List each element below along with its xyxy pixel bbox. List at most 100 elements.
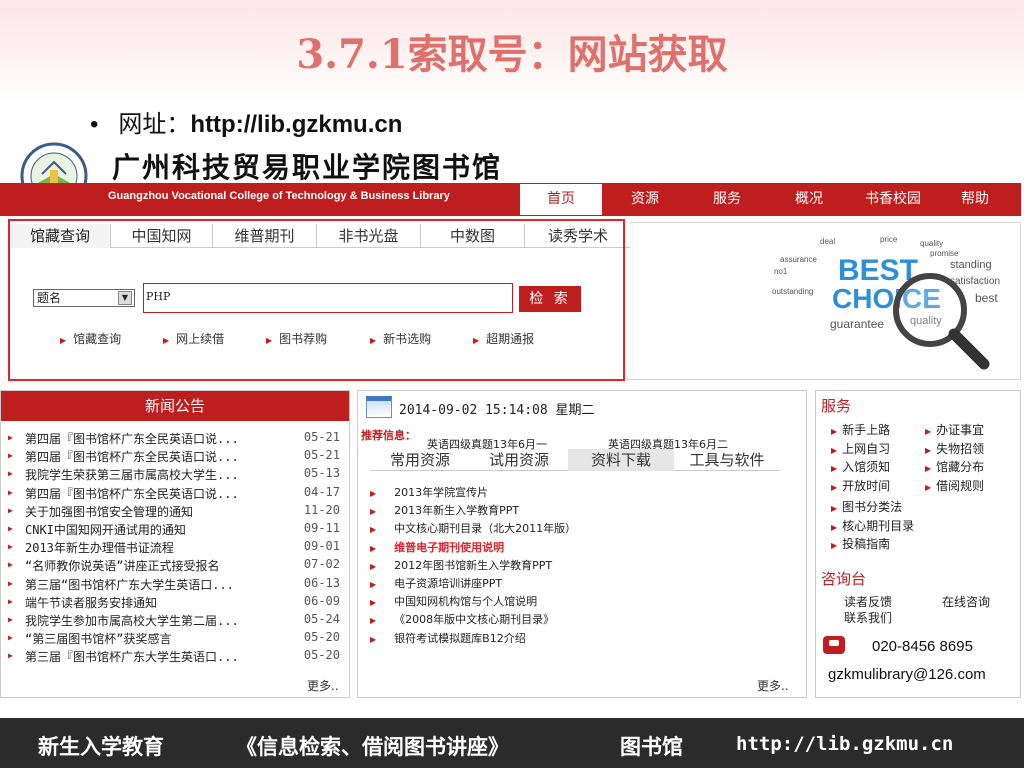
service-link[interactable]: ▶ 失物招领 — [925, 440, 984, 457]
news-item[interactable]: ▶ 我院学生荣获第三届市属高校大学生... 05-13 — [8, 466, 342, 484]
tab-trial-resources[interactable]: 试用资源 — [470, 449, 568, 471]
consult-header: 咨询台 — [821, 570, 867, 588]
service-link[interactable]: ▶ 馆藏分布 — [925, 458, 984, 475]
download-item[interactable]: ▶ 中文核心期刊目录（北大2011年版） — [370, 520, 576, 536]
news-item[interactable]: ▶ 第四届『图书馆杯广东全民英语口说... 05-21 — [8, 448, 342, 466]
download-item[interactable]: ▶ 中国知网机构馆与个人馆说明 — [370, 593, 537, 609]
news-date: 05-20 — [303, 648, 340, 663]
news-item[interactable]: ▶ “名师教你说英语”讲座正式接受报名 07-02 — [8, 557, 342, 575]
download-item[interactable]: ▶ 2012年图书馆新生入学教育PPT — [370, 557, 552, 573]
download-title: 银符考试模拟题库B12介绍 — [394, 631, 526, 645]
service-link[interactable]: ▶ 核心期刊目录 — [831, 517, 914, 534]
contact-link[interactable]: 联系我们 — [844, 609, 892, 626]
link-new-books[interactable]: ▶ 新书选购 — [370, 330, 431, 347]
datetime: 2014-09-02 15:14:08 星期二 — [399, 399, 595, 418]
news-date: 06-13 — [303, 575, 340, 590]
nav-help[interactable]: 帮助 — [936, 183, 1014, 216]
weekday: 星期二 — [555, 403, 595, 418]
triangle-icon: ▶ — [370, 598, 377, 608]
tab-common-resources[interactable]: 常用资源 — [370, 449, 470, 471]
triangle-icon: ▶ — [8, 560, 13, 570]
news-item[interactable]: ▶ 关于加强图书馆安全管理的通知 11-20 — [8, 503, 342, 521]
nav-home[interactable]: 首页 — [520, 184, 602, 215]
service-link[interactable]: ▶ 投稿指南 — [831, 535, 890, 552]
download-item[interactable]: ▶ 《2008年版中文核心期刊目录》 — [370, 611, 554, 627]
tab-downloads[interactable]: 资料下载 — [568, 449, 674, 471]
link-overdue[interactable]: ▶ 超期通报 — [473, 330, 534, 347]
service-label: 上网自习 — [842, 441, 891, 456]
service-label: 失物招领 — [936, 441, 985, 456]
download-item[interactable]: ▶ 银符考试模拟题库B12介绍 — [370, 630, 526, 646]
news-item[interactable]: ▶ 第四届『图书馆杯广东全民英语口说... 04-17 — [8, 485, 342, 503]
service-link[interactable]: ▶ 借阅规则 — [925, 477, 984, 494]
service-link[interactable]: ▶ 上网自习 — [831, 440, 890, 457]
news-item[interactable]: ▶ 端午节读者服务安排通知 06-09 — [8, 594, 342, 612]
nav-resources[interactable]: 资源 — [604, 183, 686, 216]
triangle-icon: ▶ — [8, 542, 13, 552]
download-title: 中国知网机构馆与个人馆说明 — [394, 595, 538, 609]
triangle-icon: ▶ — [8, 524, 13, 533]
news-item[interactable]: ▶ 第三届『图书馆杯广东大学生英语口... 05-20 — [8, 648, 342, 666]
search-button[interactable]: 检 索 — [519, 286, 581, 312]
link-recommend[interactable]: ▶ 图书荐购 — [266, 330, 327, 347]
link-catalog[interactable]: ▶ 馆藏查询 — [60, 330, 121, 347]
news-title: 第四届『图书馆杯广东全民英语口说... — [25, 450, 239, 465]
ad-word: quality — [920, 239, 943, 248]
service-link[interactable]: ▶ 开放时间 — [831, 477, 890, 494]
news-item[interactable]: ▶ 第四届『图书馆杯广东全民英语口说... 05-21 — [8, 430, 342, 448]
nav-services[interactable]: 服务 — [686, 183, 768, 216]
news-item[interactable]: ▶ 我院学生参加市属高校大学生第二届... 05-24 — [8, 612, 342, 630]
download-item[interactable]: ▶ 维普电子期刊使用说明 — [370, 539, 504, 555]
news-title: 关于加强图书馆安全管理的通知 — [25, 504, 194, 519]
search-input[interactable]: PHP — [143, 283, 513, 313]
service-label: 新手上路 — [842, 423, 891, 437]
bullet-url[interactable]: http://lib.gzkmu.cn — [190, 111, 402, 138]
download-title: 中文核心期刊目录（北大2011年版） — [394, 522, 577, 536]
news-item[interactable]: ▶ 2013年新生办理借书证流程 09-01 — [8, 539, 342, 557]
triangle-icon: ▶ — [163, 336, 170, 345]
triangle-icon: ▶ — [370, 634, 377, 644]
link-label: 新书选购 — [383, 332, 432, 346]
link-label: 网上续借 — [176, 332, 225, 346]
chevron-down-icon: ▼ — [118, 291, 132, 305]
triangle-icon: ▶ — [8, 505, 13, 515]
service-link[interactable]: ▶ 入馆须知 — [831, 458, 890, 475]
news-header: 新闻公告 — [1, 391, 349, 421]
nav-overview[interactable]: 概况 — [768, 183, 850, 216]
online-consult-link[interactable]: 在线咨询 — [942, 593, 990, 610]
download-title: 2013年学院宣传片 — [394, 486, 489, 499]
search-field-select[interactable]: 题名 ▼ — [33, 289, 135, 307]
download-item[interactable]: ▶ 电子资源培训讲座PPT — [370, 575, 502, 591]
download-item[interactable]: ▶ 2013年学院宣传片 — [370, 484, 488, 500]
nav-campus[interactable]: 书香校园 — [850, 183, 936, 216]
news-more-link[interactable]: 更多.. — [307, 677, 339, 694]
email-address[interactable]: gzkmulibrary@126.com — [828, 666, 986, 683]
news-title: 我院学生参加市属高校大学生第二届... — [25, 614, 239, 628]
download-item[interactable]: ▶ 2013年新生入学教育PPT — [370, 502, 519, 518]
ad-word: deal — [820, 237, 835, 246]
service-link[interactable]: ▶ 图书分类法 — [831, 498, 902, 515]
datetime-value: 2014-09-02 15:14:08 — [399, 403, 548, 418]
ad-word: no1 — [774, 267, 788, 276]
feedback-link[interactable]: 读者反馈 — [844, 593, 892, 610]
download-title: 维普电子期刊使用说明 — [394, 540, 505, 554]
triangle-icon: ▶ — [370, 489, 377, 498]
news-item[interactable]: ▶ “第三届图书馆杯”获奖感言 05-20 — [8, 630, 342, 648]
news-item[interactable]: ▶ CNKI中国知网开通试用的通知 09-11 — [8, 521, 342, 539]
service-label: 投稿指南 — [842, 537, 891, 551]
triangle-icon: ▶ — [60, 336, 67, 345]
news-item[interactable]: ▶ 第三届“图书馆杯广东大学生英语口... 06-13 — [8, 576, 342, 594]
slide-bullet: • 网址：http://lib.gzkmu.cn — [90, 111, 403, 138]
triangle-icon: ▶ — [370, 561, 377, 571]
link-renew[interactable]: ▶ 网上续借 — [163, 330, 224, 347]
news-title: 第三届“图书馆杯广东大学生英语口... — [25, 577, 234, 592]
service-link[interactable]: ▶ 新手上路 — [831, 421, 890, 438]
footer-url: http://lib.gzkmu.cn — [736, 733, 954, 755]
resources-more-link[interactable]: 更多.. — [757, 677, 789, 694]
service-link[interactable]: ▶ 办证事宜 — [925, 421, 984, 438]
recommend-label: 推荐信息： — [361, 429, 416, 442]
news-date: 05-13 — [303, 466, 340, 481]
triangle-icon: ▶ — [8, 615, 13, 624]
news-date: 04-17 — [303, 484, 340, 499]
tab-tools[interactable]: 工具与软件 — [674, 449, 780, 471]
